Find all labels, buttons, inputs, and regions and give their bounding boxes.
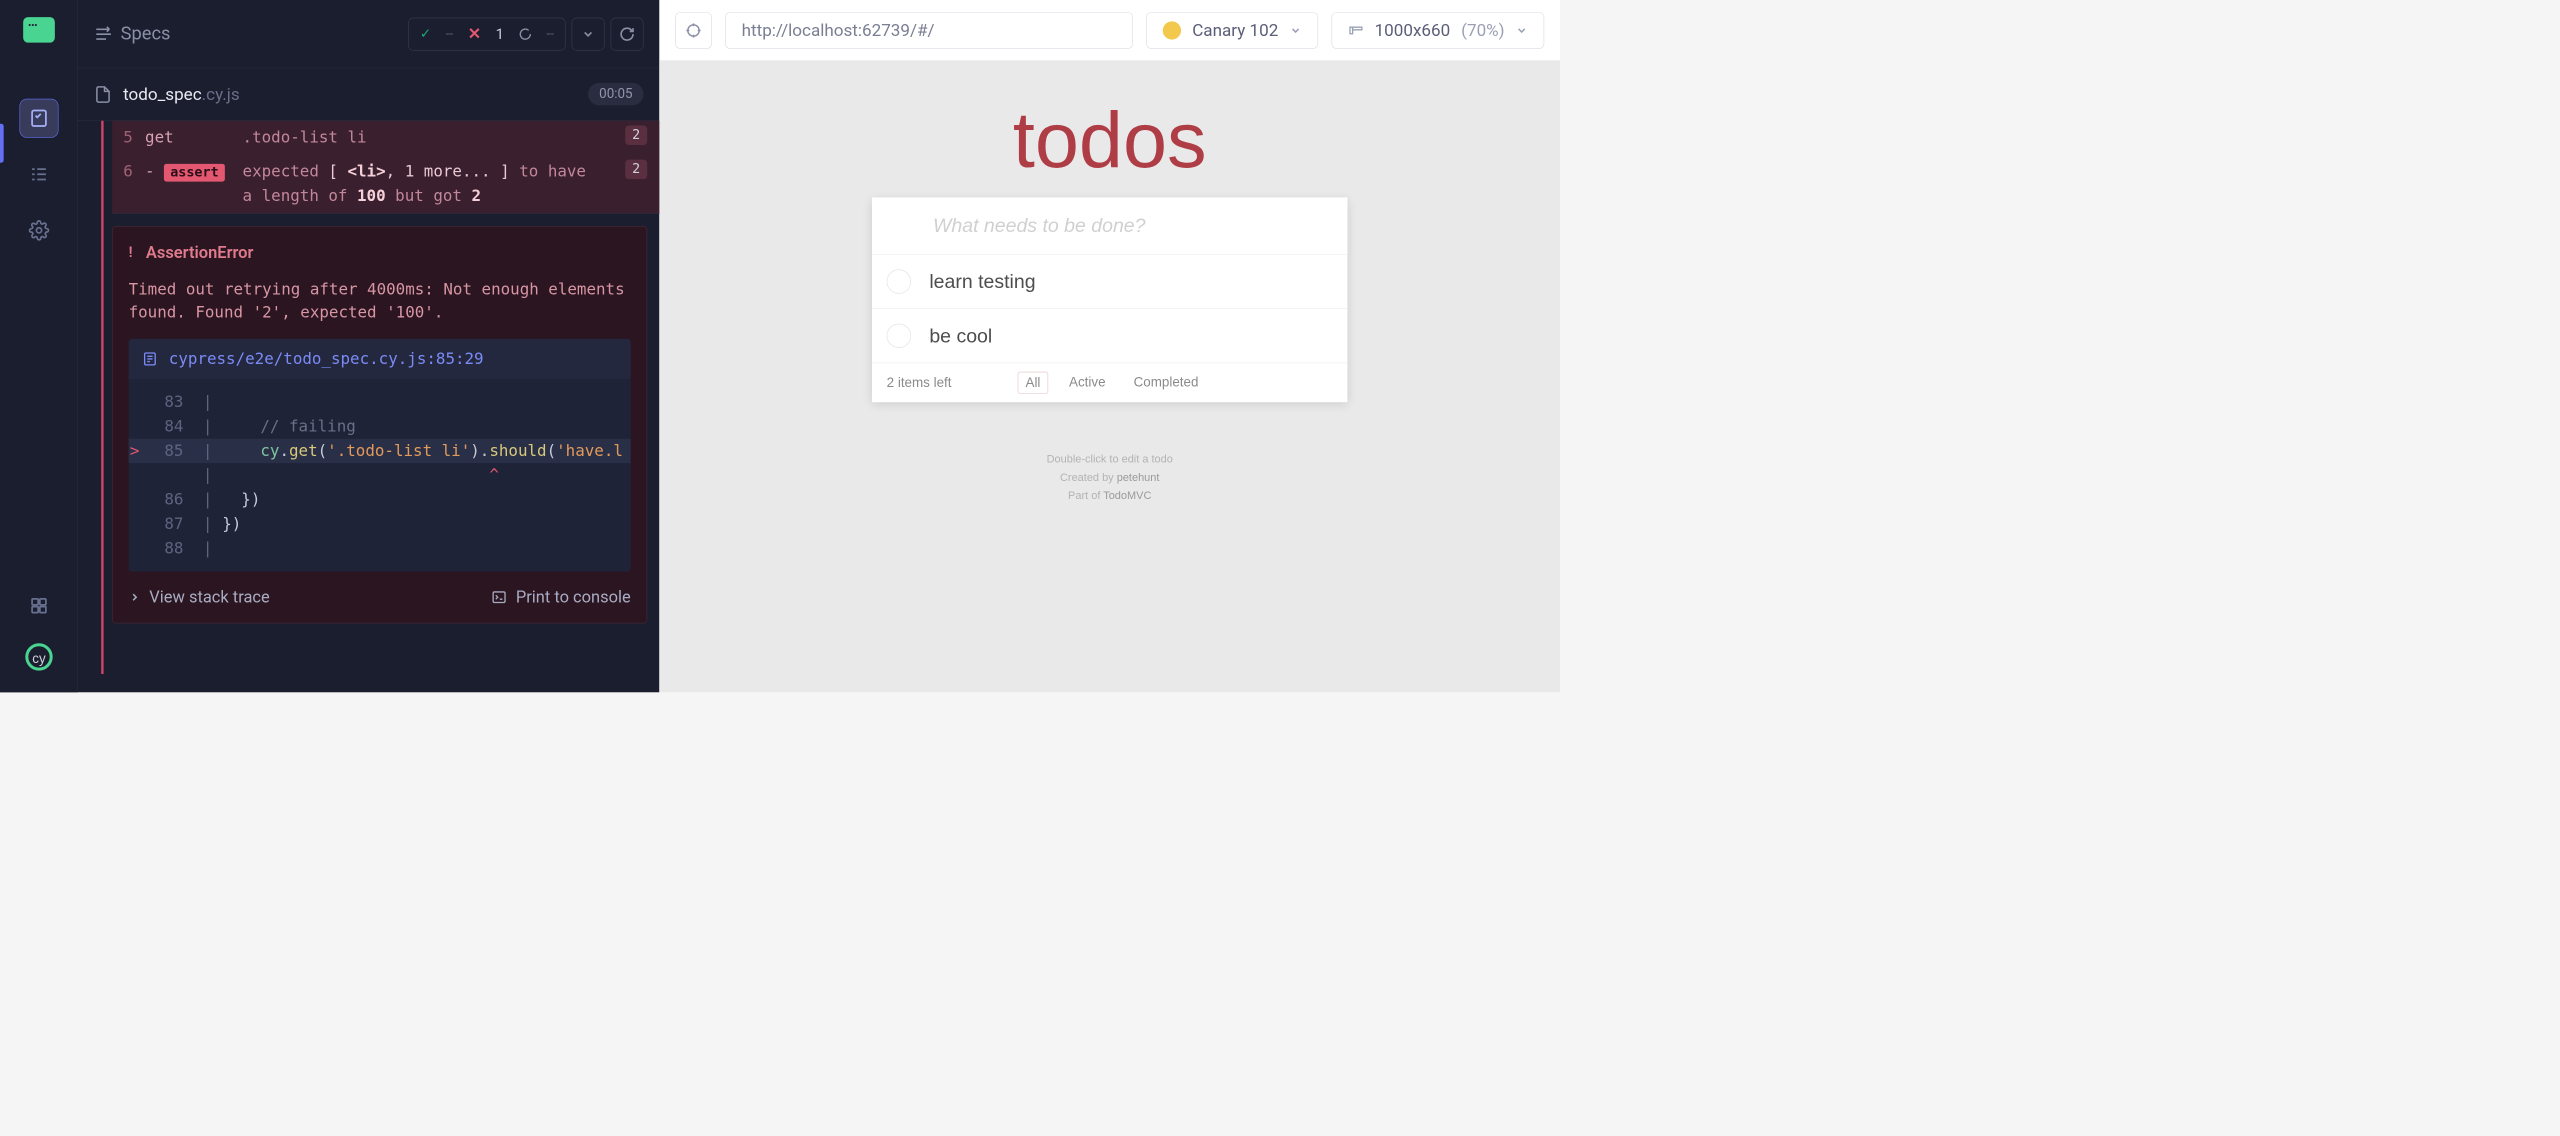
nav-runs-icon[interactable] [19, 155, 58, 194]
error-panel: !AssertionError Timed out retrying after… [112, 226, 647, 623]
command-row[interactable]: 5 get .todo-list li 2 [112, 121, 659, 155]
nav-settings-icon[interactable] [19, 211, 58, 250]
canary-icon [1163, 21, 1181, 39]
todo-item[interactable]: be cool [872, 309, 1347, 363]
app-preview-panel: http://localhost:62739/#/ Canary 102 100… [659, 0, 1560, 692]
fail-icon: ✕ [468, 25, 481, 43]
fail-indicator [101, 121, 103, 674]
nav-specs-icon[interactable] [19, 99, 58, 138]
count-badge: 2 [625, 160, 647, 180]
count-badge: 2 [625, 126, 647, 146]
nav-rail: cy [0, 0, 78, 692]
todo-footer: 2 items left All Active Completed [872, 363, 1347, 402]
ruler-icon [1348, 22, 1364, 38]
specs-menu-icon[interactable] [94, 24, 114, 44]
todo-app: learn testing be cool 2 items left All A… [872, 197, 1347, 402]
warning-icon: ! [129, 244, 133, 261]
todo-item[interactable]: learn testing [872, 255, 1347, 309]
command-row[interactable]: 6 - assert expected [ <li>, 1 more... ] … [112, 155, 659, 214]
spec-file-row[interactable]: todo_spec.cy.js 00:05 [78, 68, 659, 120]
error-file-link[interactable]: cypress/e2e/todo_spec.cy.js:85:29 [129, 339, 631, 379]
reload-button[interactable] [611, 17, 644, 50]
view-stack-trace-link[interactable]: View stack trace [129, 587, 270, 607]
pending-icon [518, 27, 531, 40]
nav-keyboard-icon[interactable] [19, 586, 58, 625]
viewport-selector[interactable]: 1000x660 (70%) [1331, 12, 1544, 49]
svg-text:cy: cy [32, 651, 46, 666]
browser-selector[interactable]: Canary 102 [1146, 12, 1317, 49]
chevron-down-icon [1516, 24, 1528, 36]
todo-checkbox[interactable] [887, 324, 911, 348]
pending-count: -- [547, 26, 554, 41]
error-message: Timed out retrying after 4000ms: Not eno… [129, 278, 631, 324]
timer: 00:05 [588, 83, 643, 106]
pass-count: -- [446, 26, 453, 41]
filter-completed[interactable]: Completed [1126, 372, 1205, 394]
app-viewport: todos learn testing be cool 2 items left… [659, 61, 1560, 692]
reporter-panel: Specs ✓ -- ✕ 1 -- todo_spec.cy.js 00:05 [78, 0, 659, 692]
chevron-right-icon [129, 591, 141, 603]
reporter-header: Specs ✓ -- ✕ 1 -- [78, 0, 659, 68]
error-title: !AssertionError [129, 243, 631, 263]
todo-checkbox[interactable] [887, 269, 911, 293]
command-log: 5 get .todo-list li 2 6 - assert expecte… [78, 121, 659, 693]
chevron-down-icon [1289, 24, 1301, 36]
specs-label[interactable]: Specs [121, 23, 171, 44]
items-left: 2 items left [887, 375, 952, 391]
terminal-icon [491, 589, 507, 605]
selector-playground-button[interactable] [675, 12, 712, 49]
todos-heading: todos [689, 94, 1530, 185]
fail-count: 1 [496, 25, 504, 42]
todomvc-link[interactable]: TodoMVC [1103, 489, 1151, 501]
url-display[interactable]: http://localhost:62739/#/ [725, 12, 1133, 49]
browser-toolbar: http://localhost:62739/#/ Canary 102 100… [659, 0, 1560, 61]
cypress-logo-icon[interactable]: cy [24, 642, 53, 674]
file-icon [94, 85, 112, 103]
file-name: todo_spec [123, 84, 202, 104]
filter-active[interactable]: Active [1062, 372, 1113, 394]
test-status: ✓ -- ✕ 1 -- [408, 17, 565, 50]
file-ext: .cy.js [202, 84, 240, 104]
file-icon [142, 351, 158, 367]
active-indicator [0, 124, 4, 163]
code-frame: 83| 84| // failing >85| cy.get('.todo-li… [129, 379, 631, 572]
target-icon [685, 22, 702, 39]
print-to-console-link[interactable]: Print to console [491, 587, 630, 607]
app-footer: Double-click to edit a todo Created by p… [689, 450, 1530, 505]
todo-list: learn testing be cool [872, 254, 1347, 363]
new-todo-input[interactable] [872, 197, 1347, 254]
project-logo-icon[interactable] [23, 17, 55, 43]
assert-badge: assert [164, 164, 225, 182]
chevron-down-button[interactable] [572, 17, 605, 50]
filter-all[interactable]: All [1018, 372, 1049, 394]
pass-icon: ✓ [420, 26, 431, 41]
author-link[interactable]: petehunt [1117, 471, 1160, 483]
